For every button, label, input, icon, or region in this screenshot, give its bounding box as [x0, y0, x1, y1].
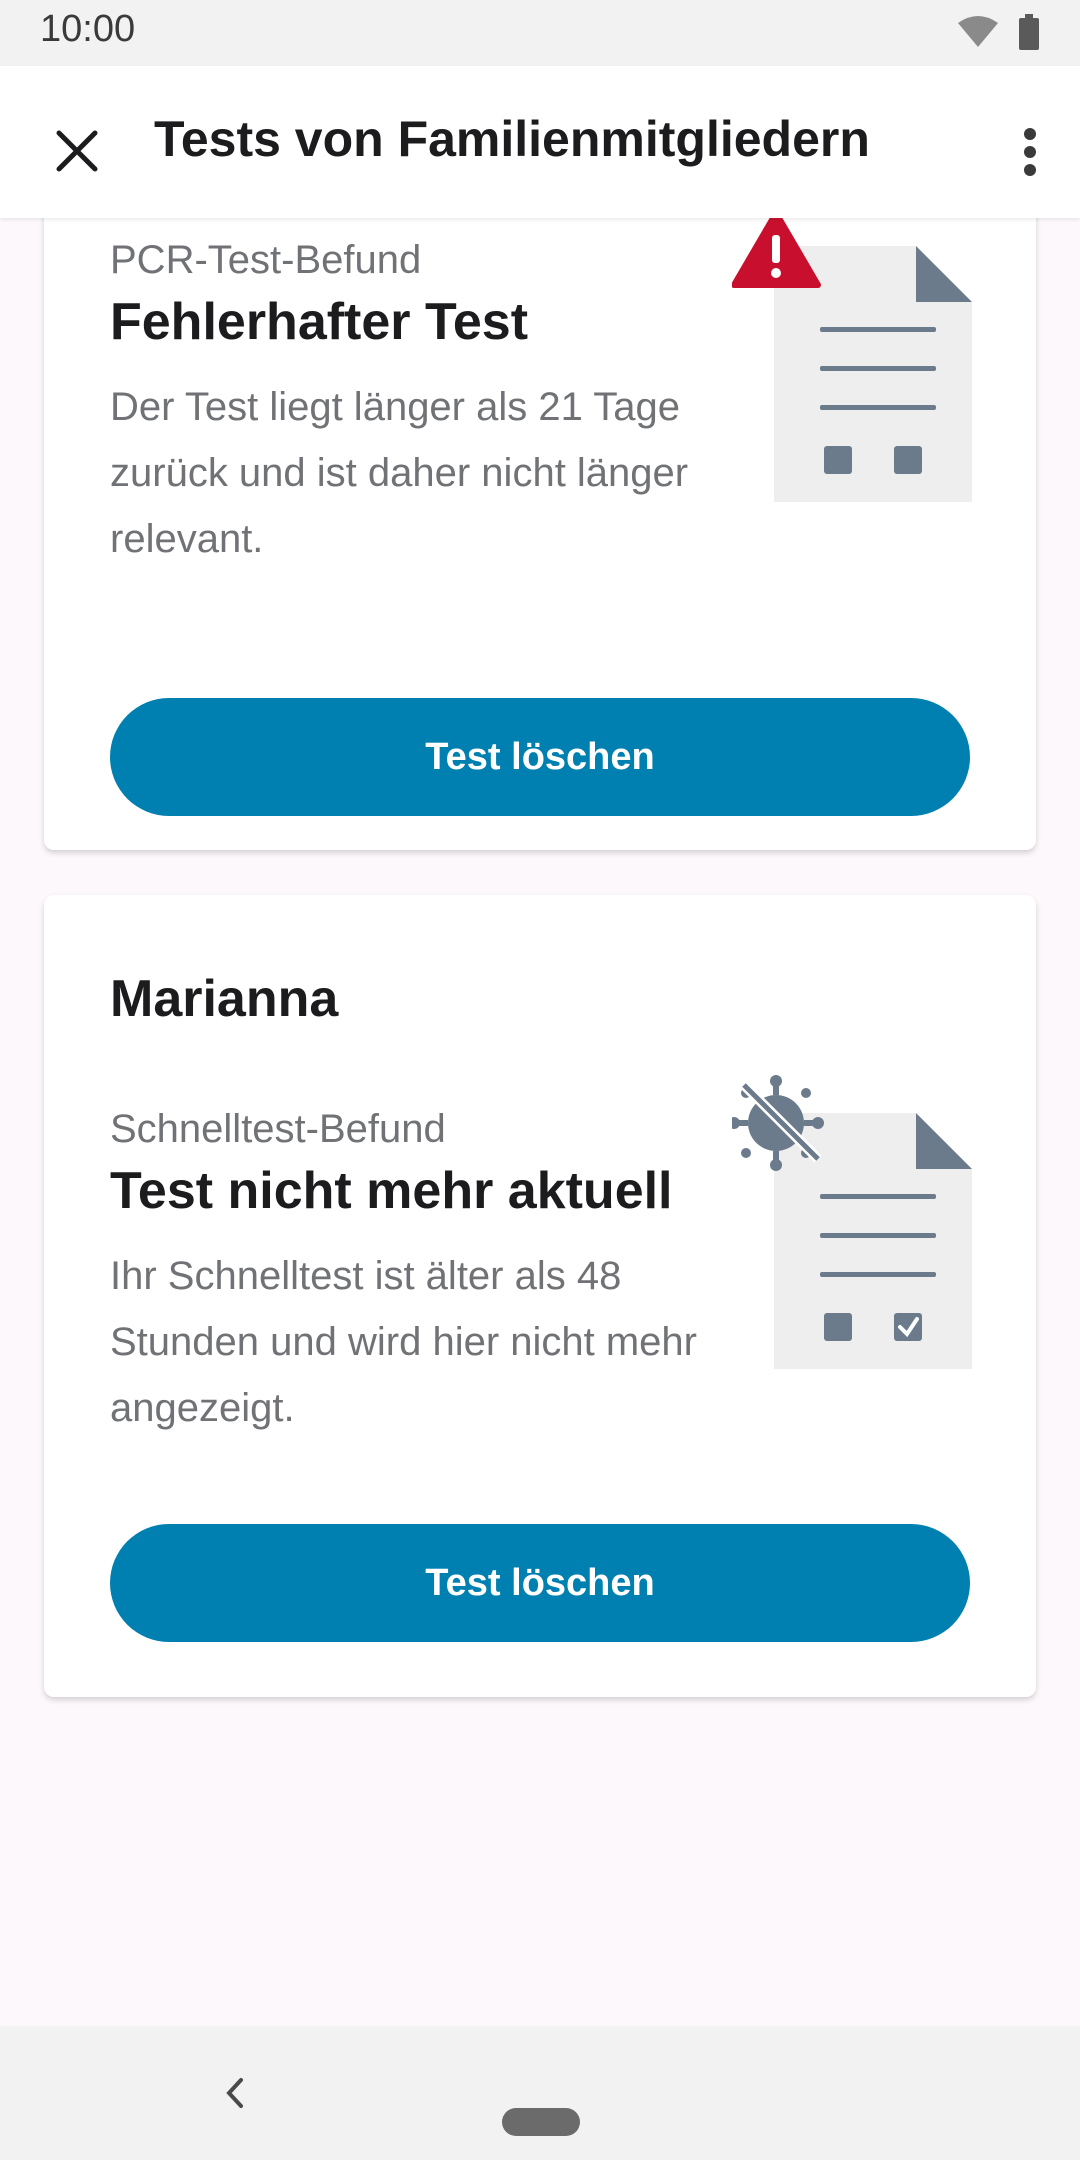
chevron-left-icon: [226, 2078, 243, 2108]
more-options-button[interactable]: [1000, 112, 1060, 192]
system-navigation-bar: [0, 2026, 1080, 2160]
app-bar: Tests von Familienmitgliedern: [0, 66, 1080, 218]
close-button[interactable]: [40, 114, 114, 188]
document-warning-icon: [732, 218, 972, 502]
test-status-description: Der Test liegt länger als 21 Tage zurück…: [110, 385, 689, 561]
status-bar: 10:00: [0, 0, 1080, 66]
back-button[interactable]: [210, 2068, 260, 2118]
wifi-icon: [958, 16, 998, 47]
test-type-label: Schnelltest-Befund: [110, 1107, 446, 1151]
content-area[interactable]: PCR-Test-Befund Fehlerhafter Test Der Te…: [0, 218, 1080, 2026]
status-icons: [956, 14, 1040, 50]
family-member-name: Marianna: [110, 970, 339, 1028]
delete-test-button[interactable]: Test löschen: [110, 698, 970, 816]
test-card-pcr: PCR-Test-Befund Fehlerhafter Test Der Te…: [44, 218, 1036, 850]
document-outdated-icon: [732, 1075, 972, 1369]
close-icon: [56, 130, 98, 172]
more-vertical-icon: [1024, 128, 1036, 176]
home-button[interactable]: [502, 2108, 580, 2136]
status-time: 10:00: [40, 8, 136, 50]
test-card-rapid: Marianna Schnelltest-Befund Test nicht m…: [44, 895, 1036, 1697]
battery-icon: [1019, 14, 1039, 50]
test-status-heading: Fehlerhafter Test: [110, 293, 529, 351]
test-status-heading: Test nicht mehr aktuell: [110, 1162, 673, 1220]
test-type-label: PCR-Test-Befund: [110, 238, 422, 282]
delete-test-button[interactable]: Test löschen: [110, 1524, 970, 1642]
page-title: Tests von Familienmitgliedern: [154, 111, 870, 167]
test-status-description: Ihr Schnelltest ist älter als 48 Stunden…: [110, 1254, 697, 1430]
